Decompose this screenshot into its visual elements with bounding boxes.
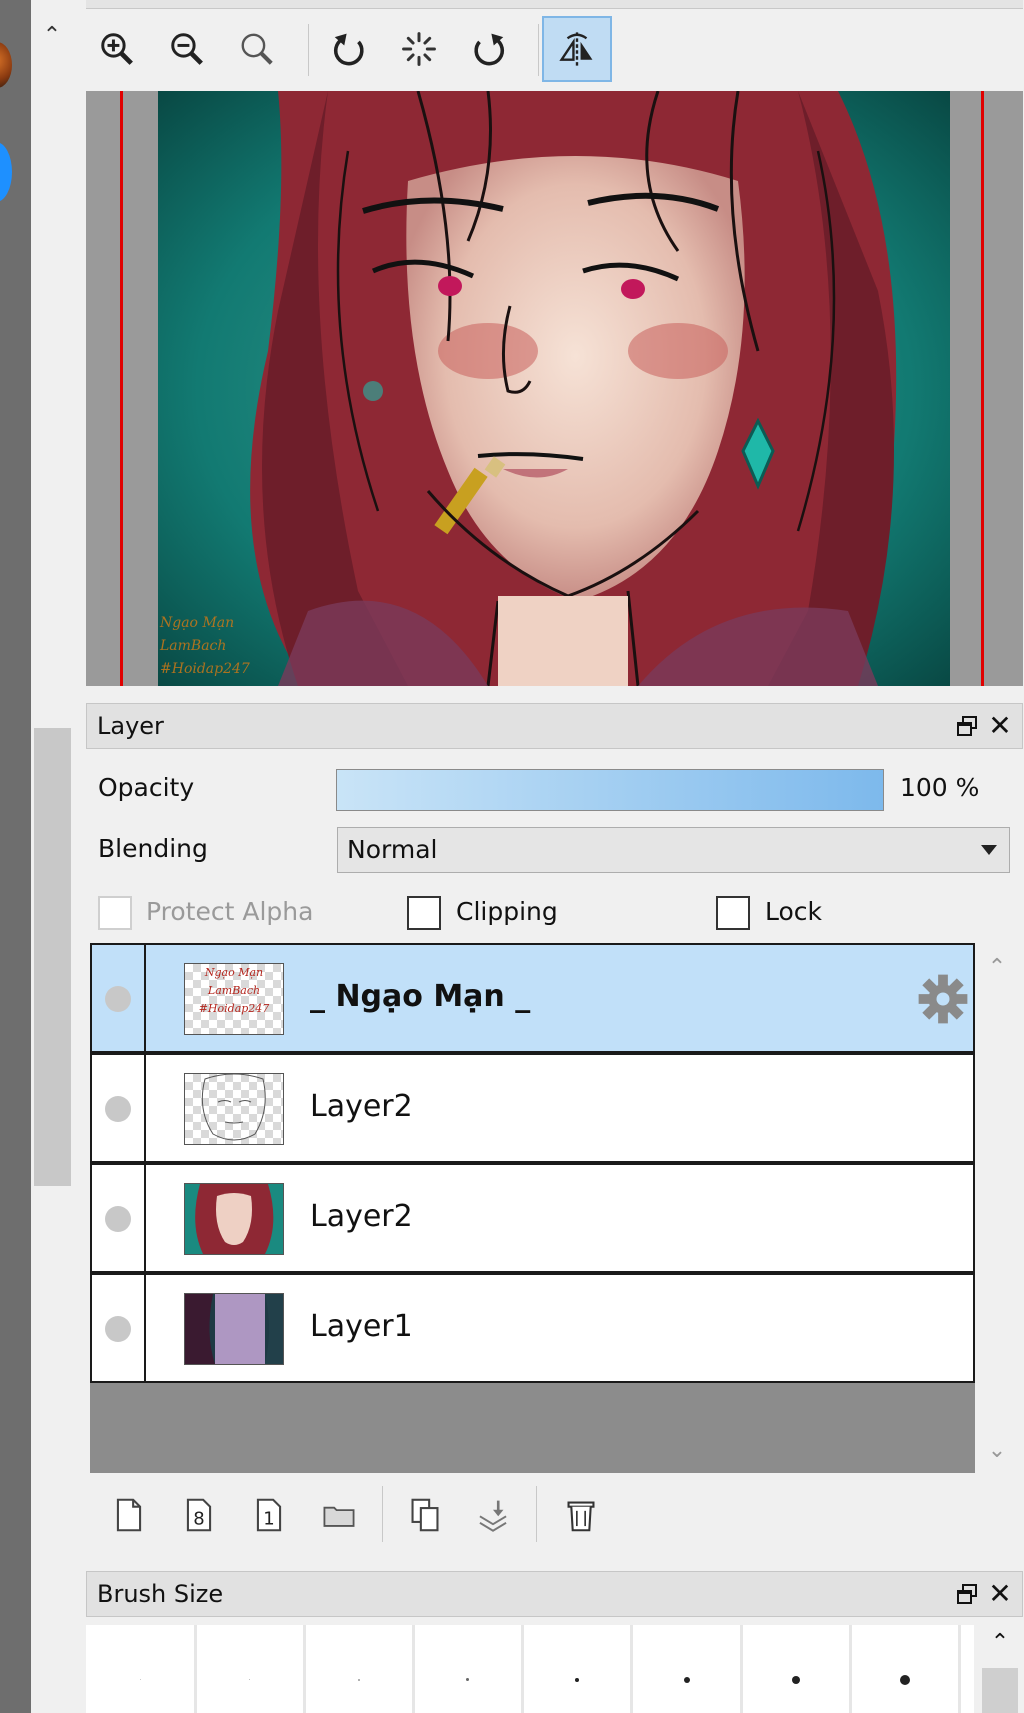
opacity-value: 100 % bbox=[900, 773, 980, 802]
layer-thumbnail: Ngạo Mạn LamBach #Hoidap247 bbox=[184, 963, 284, 1035]
panel-top-edge bbox=[86, 0, 1023, 9]
watermark-line: Ngạo Mạn bbox=[160, 615, 235, 631]
flip-horizontal-button[interactable] bbox=[542, 16, 612, 82]
blending-dropdown[interactable]: Normal bbox=[337, 827, 1010, 873]
scroll-up-icon[interactable]: ⌃ bbox=[34, 20, 70, 50]
brush-size-cell[interactable] bbox=[634, 1625, 743, 1713]
brush-size-cell[interactable] bbox=[743, 1625, 852, 1713]
canvas-guide-left bbox=[120, 91, 123, 686]
lock-checkbox[interactable] bbox=[716, 896, 750, 930]
canvas-watermark: Ngạo Mạn LamBach #Hoidap247 bbox=[160, 612, 300, 681]
gear-icon[interactable] bbox=[917, 973, 969, 1025]
opacity-slider[interactable] bbox=[336, 769, 884, 811]
zoom-in-icon bbox=[101, 33, 133, 65]
layer-name: Layer1 bbox=[310, 1309, 413, 1344]
blending-label: Blending bbox=[98, 834, 208, 863]
watermark-line: #Hoidap247 bbox=[160, 661, 250, 677]
zoom-reset-icon bbox=[241, 33, 273, 65]
visibility-toggle[interactable] bbox=[92, 1055, 146, 1161]
brush-size-panel-title: Brush Size bbox=[97, 1580, 224, 1608]
rotate-left-button[interactable] bbox=[318, 18, 380, 80]
new-1bit-layer-icon: 1 bbox=[256, 1498, 282, 1532]
thumb-text-line: #Hoidap247 bbox=[198, 1002, 270, 1015]
clipping-checkbox[interactable] bbox=[407, 896, 441, 930]
brush-scroll-up-icon[interactable]: ⌃ bbox=[985, 1630, 1015, 1660]
layer-row[interactable]: Layer1 bbox=[90, 1273, 975, 1383]
list-scroll-up-icon[interactable]: ⌃ bbox=[982, 955, 1012, 980]
layer-thumbnail bbox=[184, 1073, 284, 1145]
new-layer-button[interactable] bbox=[102, 1490, 156, 1540]
protect-alpha-label: Protect Alpha bbox=[146, 897, 314, 926]
visibility-dot-icon bbox=[105, 1316, 131, 1342]
brush-size-cell[interactable] bbox=[306, 1625, 415, 1713]
brush-size-cell[interactable] bbox=[524, 1625, 633, 1713]
svg-text:8: 8 bbox=[193, 1509, 204, 1530]
layer-panel-titlebar: Layer ✕ bbox=[86, 703, 1023, 749]
svg-text:1: 1 bbox=[263, 1509, 274, 1530]
float-panel-icon[interactable] bbox=[956, 1583, 978, 1605]
canvas-guide-right bbox=[981, 91, 984, 686]
new-8bit-layer-icon: 8 bbox=[186, 1498, 212, 1532]
layer-row[interactable]: Layer2 bbox=[90, 1053, 975, 1163]
thumb-text-line: LamBach bbox=[207, 984, 261, 997]
close-panel-icon[interactable]: ✕ bbox=[984, 710, 1016, 742]
brush-size-panel-titlebar: Brush Size ✕ bbox=[86, 1571, 1023, 1617]
visibility-toggle[interactable] bbox=[92, 945, 146, 1051]
new-layer-icon bbox=[116, 1498, 142, 1532]
list-scroll-down-icon[interactable]: ⌄ bbox=[982, 1438, 1012, 1463]
flip-horizontal-icon bbox=[559, 32, 593, 66]
new-1bit-layer-button[interactable]: 1 bbox=[242, 1490, 296, 1540]
scrollbar-thumb[interactable] bbox=[34, 728, 71, 1186]
layer-thumbnail bbox=[184, 1293, 284, 1365]
layer-name: _ Ngạo Mạn _ bbox=[310, 979, 531, 1014]
rotate-left-icon bbox=[333, 33, 364, 66]
brush-size-cell[interactable] bbox=[88, 1625, 197, 1713]
thumb-text-line: Ngạo Mạn bbox=[204, 966, 264, 979]
visibility-toggle[interactable] bbox=[92, 1165, 146, 1271]
duplicate-layer-button[interactable] bbox=[398, 1490, 452, 1540]
duplicate-icon bbox=[411, 1498, 439, 1532]
zoom-reset-button[interactable] bbox=[226, 18, 288, 80]
visibility-dot-icon bbox=[105, 986, 131, 1012]
trash-icon bbox=[567, 1501, 595, 1532]
delete-layer-button[interactable] bbox=[554, 1490, 608, 1540]
folder-icon bbox=[323, 1506, 355, 1527]
visibility-dot-icon bbox=[105, 1096, 131, 1122]
clipping-label: Clipping bbox=[456, 897, 558, 926]
watermark-line: LamBach bbox=[160, 638, 227, 654]
rotate-reset-icon bbox=[402, 32, 436, 66]
layer-row[interactable]: Layer2 bbox=[90, 1163, 975, 1273]
new-8bit-layer-button[interactable]: 8 bbox=[172, 1490, 226, 1540]
rotate-right-button[interactable] bbox=[458, 18, 520, 80]
chevron-down-icon bbox=[981, 845, 997, 855]
artwork-image bbox=[158, 91, 950, 686]
brush-size-cell[interactable] bbox=[415, 1625, 524, 1713]
close-panel-icon[interactable]: ✕ bbox=[984, 1578, 1016, 1610]
zoom-out-icon bbox=[171, 33, 203, 65]
rotate-reset-button[interactable] bbox=[388, 18, 450, 80]
visibility-dot-icon bbox=[105, 1206, 131, 1232]
zoom-out-button[interactable] bbox=[156, 18, 218, 80]
merge-down-icon bbox=[479, 1500, 507, 1532]
protect-alpha-checkbox[interactable] bbox=[98, 896, 132, 930]
layer-name: Layer2 bbox=[310, 1199, 413, 1234]
layer-name: Layer2 bbox=[310, 1089, 413, 1124]
lock-label: Lock bbox=[765, 897, 823, 926]
float-panel-icon[interactable] bbox=[956, 715, 978, 737]
opacity-label: Opacity bbox=[98, 773, 195, 802]
brush-size-cell[interactable] bbox=[852, 1625, 961, 1713]
layer-row[interactable]: Ngạo Mạn LamBach #Hoidap247 _ Ngạo Mạn _ bbox=[90, 943, 975, 1053]
brush-scrollbar-thumb[interactable] bbox=[982, 1668, 1018, 1713]
layer-thumbnail bbox=[184, 1183, 284, 1255]
zoom-in-button[interactable] bbox=[86, 18, 148, 80]
rotate-right-icon bbox=[474, 33, 505, 66]
navigator-toolbar bbox=[86, 14, 1023, 88]
new-folder-button[interactable] bbox=[312, 1490, 366, 1540]
visibility-toggle[interactable] bbox=[92, 1275, 146, 1381]
brush-size-cell[interactable] bbox=[197, 1625, 306, 1713]
layer-panel-title: Layer bbox=[97, 712, 164, 740]
blending-value: Normal bbox=[347, 835, 438, 864]
merge-down-button[interactable] bbox=[466, 1490, 520, 1540]
left-dock-strip bbox=[0, 0, 31, 1713]
